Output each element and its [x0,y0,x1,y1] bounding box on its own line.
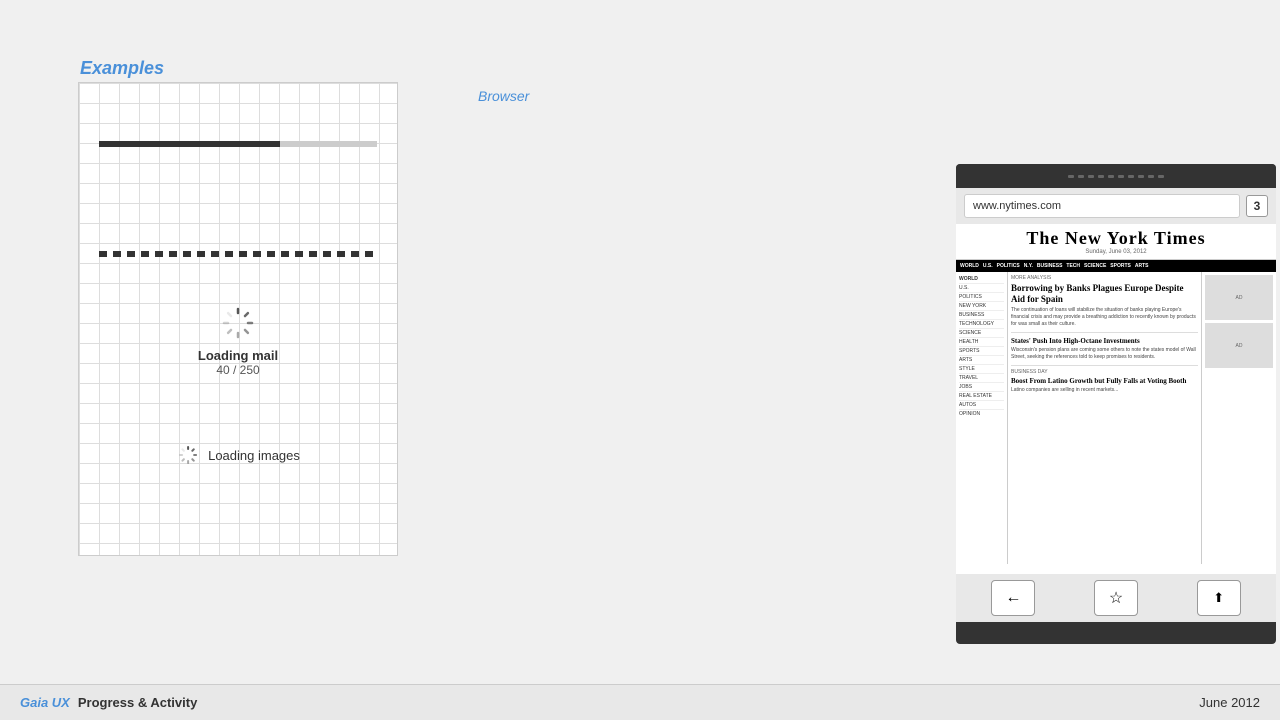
nav-science: SCIENCE [1084,263,1106,269]
footer-left: Gaia UX Progress & Activity [20,695,197,710]
browser-dot [1068,175,1074,178]
browser-content-2: The New York Times Sunday, June 03, 2012… [956,224,1276,574]
browser-top-bar-2 [956,164,1276,188]
sidebar-business: BUSINESS [959,311,1004,320]
sidebar-arts: ARTS [959,356,1004,365]
sidebar-autos: AUTOS [959,401,1004,410]
tab-count-2: 3 [1246,195,1268,217]
nav-tech: TECH [1066,263,1080,269]
nyt-right-2: AD AD [1201,272,1276,564]
nav-world: WORLD [960,263,979,269]
example-box-1: Loading mail 40 / 250 [78,82,398,556]
nyt-logo-2: The New York Times [960,228,1272,249]
sidebar-travel: TRAVEL [959,374,1004,383]
loading-mail-area: Loading mail 40 / 250 [148,303,328,377]
nyt-header-2: The New York Times Sunday, June 03, 2012 [956,224,1276,260]
nyt-article-body-2: The continuation of loans will stabilize… [1011,307,1198,333]
nav-ny: N.Y. [1024,263,1033,269]
sidebar-sports: SPORTS [959,347,1004,356]
browser-dot [1108,175,1114,178]
bookmark-button-2[interactable]: ☆ [1094,580,1138,616]
browser-example-2-wrapper: www.nytimes.com 3 The New York Times Sun… [478,82,529,104]
grid-background: Loading mail 40 / 250 [79,83,397,555]
solid-progress-fill [99,141,280,147]
nyt-nav-2: WORLD U.S. POLITICS N.Y. BUSINESS TECH S… [956,260,1276,272]
nyt-body-2: WORLD U.S. POLITICS NEW YORK BUSINESS TE… [956,272,1276,564]
loading-images-area: Loading images [176,443,300,467]
sidebar-health: HEALTH [959,338,1004,347]
sidebar-realestate: REAL ESTATE [959,392,1004,401]
nyt-article-3-body: Latino companies are selling in recent m… [1011,387,1198,393]
dashed-progress-container [99,251,377,257]
nyt-ad-2: AD [1205,323,1273,368]
browser-dot [1148,175,1154,178]
solid-progress-container [99,141,377,147]
share-button-2[interactable]: ⬆ [1197,580,1241,616]
nyt-sidebar-2: WORLD U.S. POLITICS NEW YORK BUSINESS TE… [956,272,1008,564]
sidebar-world: WORLD [959,275,1004,284]
footer-date: June 2012 [1199,695,1260,710]
nyt-date-2: Sunday, June 03, 2012 [960,249,1272,255]
loading-mail-spinner [218,303,258,343]
browser-chrome-2: www.nytimes.com 3 [956,188,1276,224]
browser-dot [1098,175,1104,178]
browser-dot [1138,175,1144,178]
url-bar-2[interactable]: www.nytimes.com [964,194,1240,218]
footer-section: Progress & Activity [78,695,197,710]
loading-images-spinner [176,443,200,467]
footer-bar: Gaia UX Progress & Activity June 2012 [0,684,1280,720]
nyt-article-title-2: Borrowing by Banks Plagues Europe Despit… [1011,283,1198,305]
sidebar-us: U.S. [959,284,1004,293]
solid-progress-bar [99,141,377,147]
nyt-main-2: MORE ANALYSIS Borrowing by Banks Plagues… [1008,272,1201,564]
nyt-ad-text: AD [1236,295,1243,301]
solid-progress-track [280,141,377,147]
nyt-business-label: BUSINESS DAY [1011,365,1198,375]
nyt-section-label: MORE ANALYSIS [1011,275,1198,281]
nav-arts: ARTS [1135,263,1149,269]
browser-dot [1158,175,1164,178]
nyt-ad-text: AD [1236,343,1243,349]
examples-title: Examples [80,58,164,79]
dashed-progress-bar [99,251,377,257]
nyt-article-2-body: Wisconsin's pension plans are coming som… [1011,347,1198,361]
nav-business: BUSINESS [1037,263,1063,269]
sidebar-politics: POLITICS [959,293,1004,302]
page-container: Examples [0,0,1280,720]
nav-us: U.S. [983,263,993,269]
browser-dot [1128,175,1134,178]
browser-dot [1078,175,1084,178]
sidebar-opinion: OPINION [959,410,1004,418]
sidebar-science: SCIENCE [959,329,1004,338]
nav-politics: POLITICS [997,263,1020,269]
footer-brand: Gaia UX [20,695,70,710]
back-button-2[interactable]: ← [991,580,1035,616]
browser-dot [1118,175,1124,178]
nav-sports: SPORTS [1110,263,1131,269]
sidebar-jobs: JOBS [959,383,1004,392]
loading-mail-count: 40 / 250 [148,363,328,377]
sidebar-newyork: NEW YORK [959,302,1004,311]
loading-mail-label: Loading mail [148,348,328,363]
sidebar-technology: TECHNOLOGY [959,320,1004,329]
loading-images-label: Loading images [208,448,300,463]
browser-dot [1088,175,1094,178]
browser-bottom-bar-2: ← ☆ ⬆ [956,574,1276,622]
browser-label: Browser [478,88,529,104]
nyt-article-3-title: Boost From Latino Growth but Fully Falls… [1011,377,1198,385]
nyt-ad-1: AD [1205,275,1273,320]
browser-example-2: www.nytimes.com 3 The New York Times Sun… [956,164,1276,644]
nyt-article-2-title: States' Push Into High-Octane Investment… [1011,337,1198,345]
sidebar-style: STYLE [959,365,1004,374]
